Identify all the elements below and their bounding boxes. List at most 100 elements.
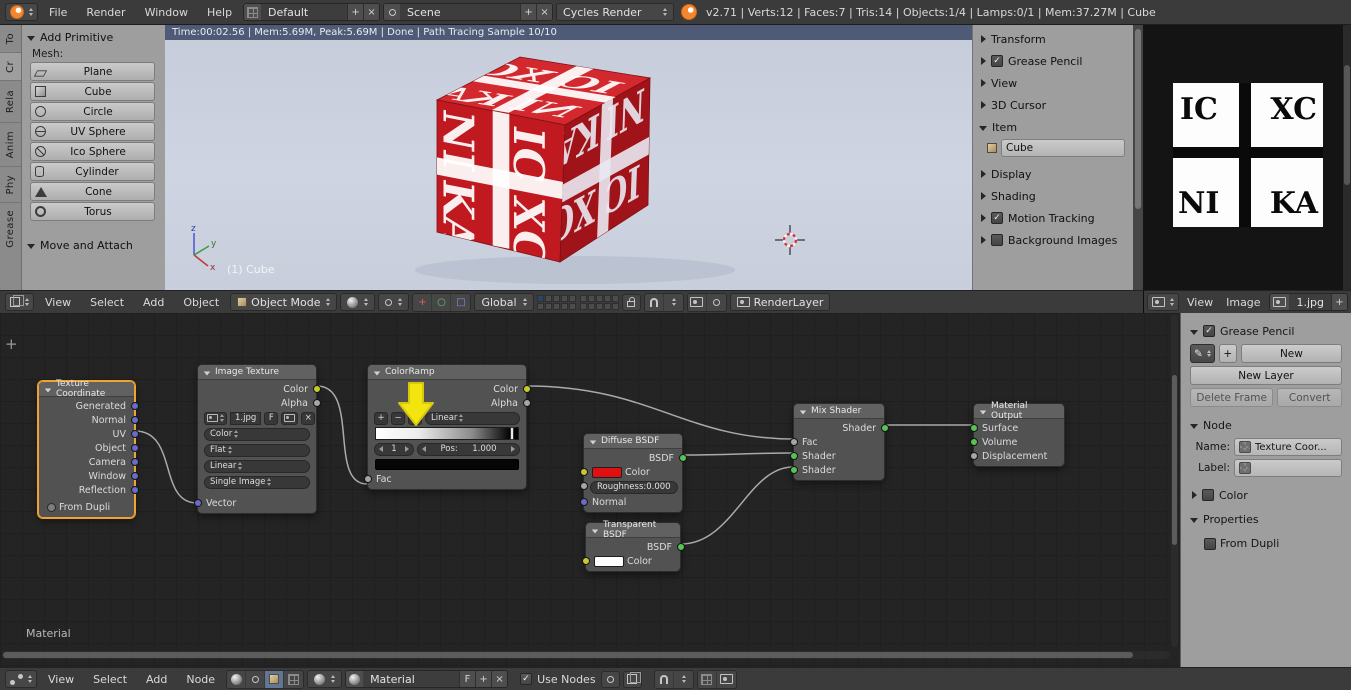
from-dupli-checkbox[interactable]	[1204, 537, 1216, 550]
paste-nodes-icon[interactable]	[717, 671, 736, 688]
add-primitive-panel-header[interactable]: Add Primitive	[22, 27, 165, 47]
menu-node[interactable]: Node	[178, 668, 223, 690]
panel-grease-pencil[interactable]: ✓ Grease Pencil	[973, 50, 1133, 72]
menu-view[interactable]: View	[40, 668, 82, 690]
scrollbar-thumb[interactable]	[3, 652, 1133, 658]
snap-element-select[interactable]	[664, 294, 683, 311]
grease-pencil-checkbox[interactable]: ✓	[991, 55, 1003, 67]
add-material-button[interactable]: +	[475, 671, 492, 687]
browse-scenes-button[interactable]	[384, 4, 401, 20]
stop-position-stepper[interactable]: Pos: 1.000	[417, 442, 520, 456]
add-plane-button[interactable]: Plane	[30, 62, 155, 81]
output-socket-bsdf[interactable]	[678, 454, 687, 462]
tab-create[interactable]: Cr	[0, 53, 21, 81]
convert-button[interactable]: Convert	[1277, 388, 1342, 407]
node-texture-coordinate[interactable]: Texture Coordinate Generated Normal UV O…	[38, 379, 139, 518]
new-layer-button[interactable]: New Layer	[1190, 366, 1342, 385]
color-panel-header[interactable]: Color	[1190, 485, 1342, 505]
panel-motion-tracking[interactable]: ✓ Motion Tracking	[973, 207, 1133, 229]
grease-pencil-add-button[interactable]: +	[1218, 344, 1237, 363]
node-transparent-bsdf[interactable]: Transparent BSDF BSDF Color	[581, 520, 685, 572]
mode-select[interactable]: Object Mode	[230, 293, 338, 311]
custom-color-checkbox[interactable]	[1202, 489, 1214, 501]
stepper-left-icon[interactable]	[379, 446, 383, 452]
input-socket-vector[interactable]	[193, 499, 202, 507]
editor-type-button-image[interactable]	[1147, 293, 1179, 311]
output-socket-alpha[interactable]	[312, 399, 321, 407]
panel-item[interactable]: Item	[973, 116, 1133, 138]
shader-slot-icon[interactable]	[284, 671, 303, 688]
input-socket-shader-2[interactable]	[789, 466, 798, 474]
input-socket-roughness[interactable]	[579, 482, 588, 490]
node-header[interactable]: Texture Coordinate	[39, 379, 134, 399]
layer-cell[interactable]	[552, 294, 560, 302]
toolshelf-expand-button[interactable]: +	[5, 335, 18, 353]
motion-tracking-checkbox[interactable]: ✓	[991, 212, 1003, 224]
node-material-output[interactable]: Material Output Surface Volume Displacem…	[969, 401, 1065, 467]
use-nodes-checkbox[interactable]: ✓	[520, 673, 533, 685]
layer-cell[interactable]	[595, 294, 603, 302]
node-label-field[interactable]	[1234, 459, 1342, 477]
input-socket-fac[interactable]	[789, 438, 798, 446]
layer-cell[interactable]	[560, 294, 568, 302]
panel-3d-cursor[interactable]: 3D Cursor	[973, 94, 1133, 116]
menu-select[interactable]: Select	[82, 291, 132, 314]
menu-window[interactable]: Window	[137, 1, 196, 24]
menu-view[interactable]: View	[37, 291, 79, 314]
move-attach-panel-header[interactable]: Move and Attach	[22, 235, 165, 255]
stepper-right-icon[interactable]	[510, 446, 515, 452]
input-socket-shader-1[interactable]	[789, 452, 798, 460]
menu-add[interactable]: Add	[135, 291, 172, 314]
browse-layouts-button[interactable]	[244, 4, 262, 20]
editor-type-button-nodes[interactable]	[5, 670, 37, 688]
menu-render[interactable]: Render	[78, 1, 133, 24]
layer-cell[interactable]	[552, 302, 560, 310]
transform-orientation-select[interactable]: Global	[474, 293, 534, 311]
input-socket-color[interactable]	[581, 557, 590, 565]
layer-cell[interactable]	[568, 302, 576, 310]
go-to-parent-node-button[interactable]	[622, 670, 642, 688]
layer-buttons[interactable]	[536, 294, 619, 310]
menu-file[interactable]: File	[41, 1, 75, 24]
grease-pencil-panel-header[interactable]: ✓ Grease Pencil	[1190, 321, 1342, 341]
pack-image-button[interactable]	[281, 411, 299, 425]
opengl-render-icon[interactable]	[688, 293, 707, 311]
unlink-image-button[interactable]: ×	[301, 411, 316, 425]
editor-type-button-info[interactable]	[5, 3, 38, 21]
output-socket-color[interactable]	[522, 385, 531, 393]
tab-animation[interactable]: Anim	[0, 123, 21, 167]
close-scene-button[interactable]: ×	[536, 4, 553, 20]
browse-image-button[interactable]	[204, 411, 227, 425]
menu-object[interactable]: Object	[175, 291, 227, 314]
scrollbar-thumb[interactable]	[1344, 65, 1350, 185]
fake-user-button[interactable]: F	[264, 411, 279, 425]
shader-context-select[interactable]	[307, 670, 343, 688]
output-socket-window[interactable]	[130, 472, 139, 480]
fake-user-button[interactable]: F	[459, 671, 476, 687]
scale-manipulator-icon[interactable]: □	[451, 294, 470, 311]
tab-tools[interactable]: To	[0, 25, 21, 53]
layer-cell[interactable]	[595, 302, 603, 310]
layer-cell[interactable]	[579, 302, 587, 310]
grease-pencil-checkbox[interactable]: ✓	[1203, 325, 1215, 337]
node-header[interactable]: Transparent BSDF	[586, 520, 680, 540]
panel-display[interactable]: Display	[973, 163, 1133, 185]
diffuse-color-swatch[interactable]	[592, 466, 622, 478]
layer-cell[interactable]	[560, 302, 568, 310]
editor-type-button-3dview[interactable]	[5, 293, 34, 311]
scrollbar-thumb[interactable]	[1172, 375, 1177, 545]
layer-cell[interactable]	[611, 302, 619, 310]
snap-mode-select[interactable]	[674, 671, 693, 688]
properties-panel-header[interactable]: Properties	[1190, 509, 1342, 529]
node-header[interactable]: ColorRamp	[368, 365, 526, 380]
node-header[interactable]: Mix Shader	[794, 404, 884, 419]
transparent-color-swatch[interactable]	[594, 555, 624, 567]
output-socket-alpha[interactable]	[522, 399, 531, 407]
output-socket-object[interactable]	[130, 444, 139, 452]
layer-cell[interactable]	[544, 294, 552, 302]
interpolation-select[interactable]: Linear	[204, 459, 310, 473]
image-editor-scrollbar[interactable]	[1343, 25, 1351, 290]
image-name-field[interactable]: 1.jpg	[230, 411, 262, 425]
output-socket-bsdf[interactable]	[676, 543, 685, 551]
menu-image[interactable]: Image	[1221, 291, 1265, 314]
